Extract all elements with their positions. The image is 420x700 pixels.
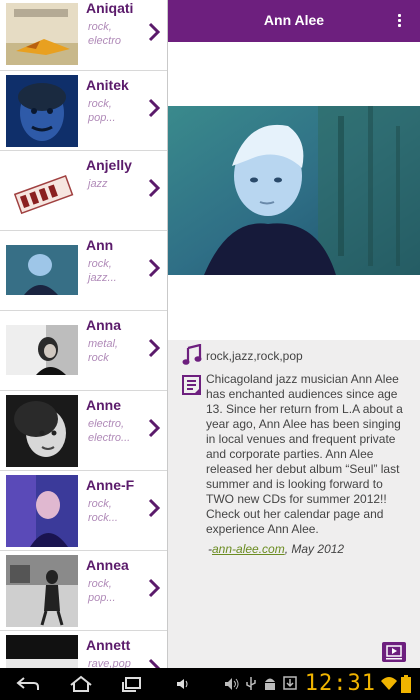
list-item[interactable]: Annea rock, pop... <box>0 551 168 631</box>
artist-name: Anne-F <box>86 477 135 493</box>
chevron-right-icon <box>148 578 161 598</box>
music-note-icon <box>182 344 202 365</box>
usb-icon <box>246 677 256 690</box>
artist-thumbnail <box>6 245 78 295</box>
play-video-icon <box>386 645 402 660</box>
list-item[interactable]: Annett rave,pop <box>0 631 168 668</box>
artist-thumbnail <box>6 3 78 65</box>
artist-genre: rock, electro <box>88 21 122 47</box>
chevron-right-icon <box>148 418 161 438</box>
artist-genre: rave,pop <box>88 658 131 668</box>
chevron-right-icon <box>148 658 161 668</box>
artist-genre: metal, rock <box>88 338 118 364</box>
artist-thumbnail <box>6 155 78 227</box>
chevron-right-icon <box>148 178 161 198</box>
back-icon[interactable] <box>16 676 40 692</box>
artist-thumbnail <box>6 475 78 547</box>
volume-icon[interactable] <box>176 678 190 690</box>
artist-name: Anitek <box>86 77 129 93</box>
wifi-icon <box>381 677 397 690</box>
overflow-menu-icon[interactable] <box>398 14 402 28</box>
artist-name: Aniqati <box>86 0 134 16</box>
list-item[interactable]: Ann rock, jazz... <box>0 231 168 311</box>
artist-photo <box>168 106 420 275</box>
system-navigation-bar: 12:31 <box>0 668 420 700</box>
artist-thumbnail <box>6 635 78 668</box>
download-icon <box>283 676 297 690</box>
artist-genre: electro, electro... <box>88 418 131 444</box>
list-item[interactable]: Anna metal, rock <box>0 311 168 391</box>
artist-genre: jazz <box>88 178 108 190</box>
video-button[interactable] <box>382 642 406 662</box>
recent-apps-icon[interactable] <box>120 676 144 692</box>
list-item[interactable]: Aniqati rock, electro <box>0 0 168 71</box>
list-item[interactable]: Anitek rock, pop... <box>0 71 168 151</box>
artist-genre: rock, jazz... <box>88 258 117 284</box>
list-item[interactable]: Anne electro, electro... <box>0 391 168 471</box>
artist-bio: Chicagoland jazz musician Ann Alee has e… <box>206 372 403 536</box>
artist-genre: rock, pop... <box>88 98 116 124</box>
artist-name: Annea <box>86 557 129 573</box>
artist-name: Anna <box>86 317 121 333</box>
list-item[interactable]: Anjelly jazz <box>0 151 168 231</box>
chevron-right-icon <box>148 338 161 358</box>
artist-list: Aniqati rock, electro Anitek rock, pop..… <box>0 0 168 668</box>
artist-genre: rock, rock... <box>88 498 118 524</box>
chevron-right-icon <box>148 498 161 518</box>
chevron-right-icon <box>148 258 161 278</box>
home-icon[interactable] <box>68 675 94 693</box>
artist-tags: rock,jazz,rock,pop <box>206 349 303 363</box>
artist-name: Ann <box>86 237 114 253</box>
speaker-icon <box>225 678 239 690</box>
artist-thumbnail <box>6 75 78 147</box>
artist-thumbnail <box>6 555 78 627</box>
artist-thumbnail <box>6 325 78 375</box>
chevron-right-icon <box>148 98 161 118</box>
detail-header: Ann Alee <box>168 0 420 42</box>
list-item[interactable]: Anne-F rock, rock... <box>0 471 168 551</box>
bio-credit: -ann-alee.com, May 2012 <box>208 542 344 556</box>
artist-name: Annett <box>86 637 131 653</box>
artist-thumbnail <box>6 395 78 467</box>
chevron-right-icon <box>148 22 161 42</box>
artist-name: Anne <box>86 397 121 413</box>
document-icon <box>182 375 201 395</box>
credit-suffix: , May 2012 <box>284 542 345 556</box>
artist-genre: rock, pop... <box>88 578 116 604</box>
page-title: Ann Alee <box>263 12 325 28</box>
artist-name: Anjelly <box>86 157 132 173</box>
artist-website-link[interactable]: ann-alee.com <box>212 542 285 556</box>
battery-icon <box>401 675 411 693</box>
clock: 12:31 <box>304 671 376 696</box>
android-icon <box>265 678 275 690</box>
